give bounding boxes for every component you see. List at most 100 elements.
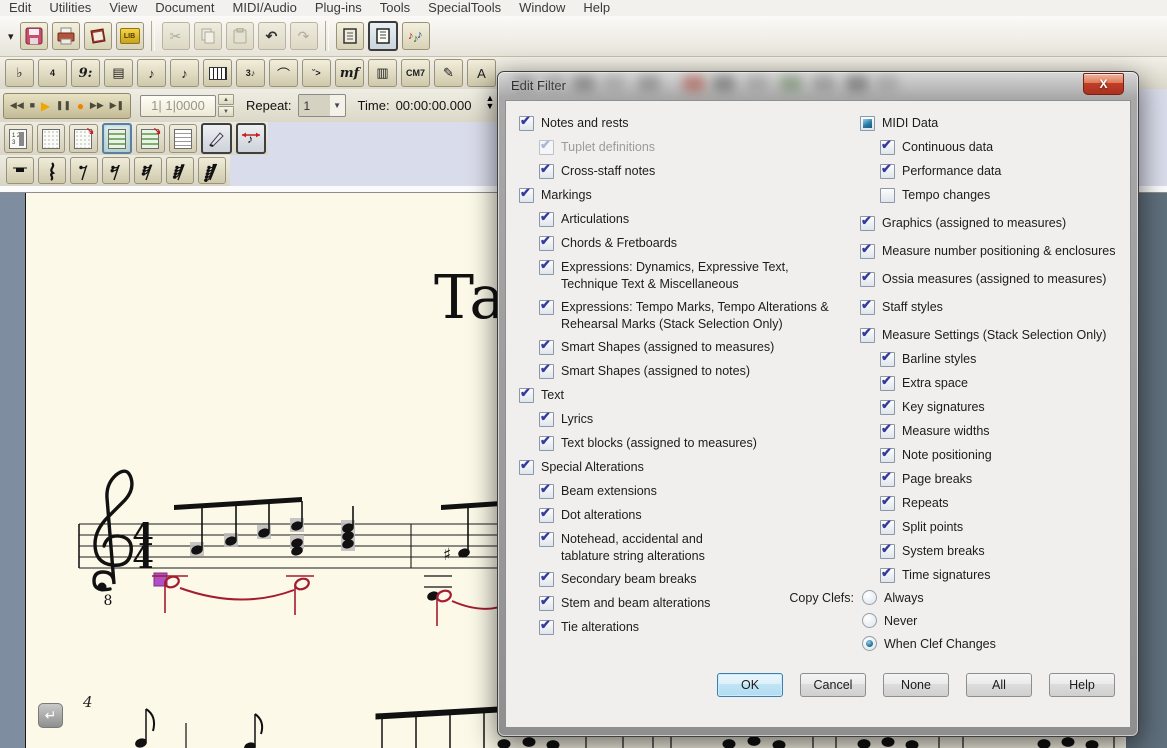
redo-button[interactable]: ↷	[290, 22, 318, 50]
checkbox-checked[interactable]	[880, 448, 895, 463]
menu-item-edit[interactable]: Edit	[0, 0, 40, 16]
checkbox-indeterminate[interactable]	[860, 116, 875, 131]
spinner-down-icon[interactable]: ▼	[485, 106, 494, 114]
none-button[interactable]: None	[883, 673, 949, 697]
library-button[interactable]: LIB	[116, 22, 144, 50]
radio-selected[interactable]	[862, 636, 877, 651]
tempo-spinner[interactable]: ▲▼	[485, 98, 494, 114]
checkbox-checked[interactable]	[539, 164, 554, 179]
menu-item-window[interactable]: Window	[510, 0, 574, 16]
checkbox-checked[interactable]	[860, 272, 875, 287]
print-button[interactable]	[52, 22, 80, 50]
sixteenth-rest-button[interactable]	[102, 157, 130, 184]
checkbox-checked[interactable]	[519, 188, 534, 203]
menu-item-plug-ins[interactable]: Plug-ins	[306, 0, 371, 16]
playback-position-field[interactable]: 1| 1|0000	[140, 95, 216, 117]
record-button[interactable]: ●	[77, 100, 84, 112]
menu-item-tools[interactable]: Tools	[371, 0, 419, 16]
paste-button[interactable]	[226, 22, 254, 50]
all-button[interactable]: All	[966, 673, 1032, 697]
checkbox-checked[interactable]	[860, 328, 875, 343]
checkbox-checked[interactable]	[539, 412, 554, 427]
edit-page-button[interactable]	[201, 123, 232, 154]
quarter-rest-button[interactable]	[38, 157, 66, 184]
checkbox-checked[interactable]	[519, 116, 534, 131]
text-tool-button[interactable]: A	[467, 59, 496, 87]
checkbox-checked[interactable]	[880, 544, 895, 559]
spinner-up-icon[interactable]: ▲	[218, 94, 234, 105]
checkbox-checked[interactable]	[539, 508, 554, 523]
menu-item-specialtools[interactable]: SpecialTools	[419, 0, 510, 16]
checkbox-checked[interactable]	[539, 340, 554, 355]
pause-button[interactable]: ❚❚	[56, 101, 71, 110]
checkbox-checked[interactable]	[880, 496, 895, 511]
checkbox-checked[interactable]	[539, 212, 554, 227]
checkbox-checked[interactable]	[519, 460, 534, 475]
checkbox-checked[interactable]	[880, 424, 895, 439]
document-page-button[interactable]	[169, 124, 198, 153]
to-end-button[interactable]: ▶❚	[110, 101, 124, 110]
checkbox-checked[interactable]	[880, 520, 895, 535]
checkbox-checked[interactable]	[880, 140, 895, 155]
lyrics-tool-button[interactable]: ✎	[434, 59, 463, 87]
menu-item-utilities[interactable]: Utilities	[40, 0, 100, 16]
checkbox-checked[interactable]	[860, 244, 875, 259]
checkbox-checked[interactable]	[880, 352, 895, 367]
page-view-button[interactable]	[368, 21, 398, 51]
expression-tool-button[interactable]: mf	[335, 59, 364, 87]
checkbox-checked[interactable]	[880, 568, 895, 583]
checkbox-unchecked[interactable]	[880, 188, 895, 203]
save-button[interactable]	[20, 22, 48, 50]
smart-shape-tool-button[interactable]: ⌒	[269, 59, 298, 87]
checkbox-checked[interactable]	[880, 376, 895, 391]
fast-forward-button[interactable]: ▶▶	[90, 101, 104, 110]
dialog-title-bar[interactable]: Edit Filter	[498, 72, 1138, 100]
ok-button[interactable]: OK	[717, 673, 783, 697]
menu-item-view[interactable]: View	[100, 0, 146, 16]
checkbox-checked[interactable]	[860, 300, 875, 315]
checkbox-checked[interactable]	[539, 364, 554, 379]
whole-rest-button[interactable]	[6, 157, 34, 184]
hyperscribe-tool-button[interactable]	[203, 59, 232, 87]
chord-tool-button[interactable]: CM7	[401, 59, 430, 87]
checkbox-checked[interactable]	[539, 620, 554, 635]
cancel-button[interactable]: Cancel	[800, 673, 866, 697]
cut-button[interactable]: ✂	[162, 22, 190, 50]
radio-unselected[interactable]	[862, 613, 877, 628]
checkbox-checked[interactable]	[539, 436, 554, 451]
checkbox-checked[interactable]	[519, 388, 534, 403]
export-button[interactable]	[84, 22, 112, 50]
repeat-dropdown[interactable]: 1 ▼	[298, 94, 346, 117]
undo-button[interactable]: ↶	[258, 22, 286, 50]
spinner-down-icon[interactable]: ▼	[218, 106, 234, 117]
checkbox-checked[interactable]	[880, 400, 895, 415]
stop-button[interactable]: ■	[30, 101, 35, 110]
eighth-rest-button[interactable]	[70, 157, 98, 184]
articulation-tool-button[interactable]: ˘>	[302, 59, 331, 87]
checkbox-checked[interactable]	[539, 236, 554, 251]
checkbox-checked[interactable]	[539, 260, 554, 275]
radio-unselected[interactable]	[862, 590, 877, 605]
clef-tool-button[interactable]: 9:	[71, 59, 100, 87]
onetwentyeighth-rest-button[interactable]	[198, 157, 226, 184]
key-signature-tool-button[interactable]: ♭	[5, 59, 34, 87]
grid-view-button[interactable]	[37, 124, 66, 153]
studio-view-button[interactable]: ♪♪♪	[402, 22, 430, 50]
toolbar-overflow-icon[interactable]: ▾	[8, 30, 14, 43]
checkbox-checked[interactable]	[539, 300, 554, 315]
position-spinner[interactable]: ▲▼	[218, 94, 234, 117]
menu-item-document[interactable]: Document	[146, 0, 223, 16]
checkbox-checked[interactable]	[860, 216, 875, 231]
checkbox-checked[interactable]	[539, 484, 554, 499]
help-button[interactable]: Help	[1049, 673, 1115, 697]
grid-redirect-button[interactable]: ↘	[69, 124, 98, 153]
sixtyfourth-rest-button[interactable]	[166, 157, 194, 184]
menu-item-midi-audio[interactable]: MIDI/Audio	[224, 0, 306, 16]
checkbox-checked[interactable]	[539, 596, 554, 611]
thirtysecond-rest-button[interactable]	[134, 157, 162, 184]
speedy-entry-tool-button[interactable]: ♪	[170, 59, 199, 87]
measure-list-view-button[interactable]: 1 23	[4, 124, 33, 153]
checkbox-checked[interactable]	[539, 532, 554, 547]
time-signature-tool-button[interactable]: 4	[38, 59, 67, 87]
green-page-view-button[interactable]	[102, 123, 133, 154]
